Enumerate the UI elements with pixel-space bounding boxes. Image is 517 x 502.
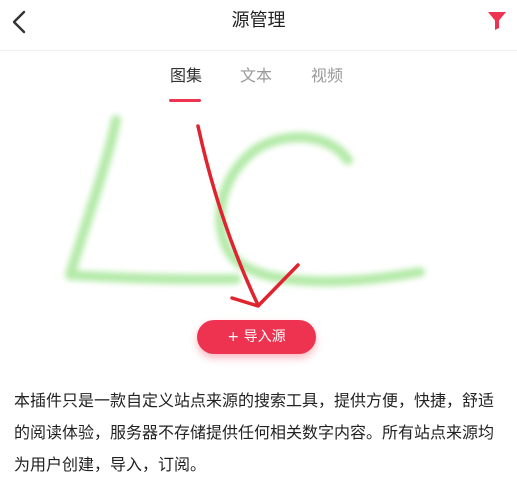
green-doodle-lc	[65, 115, 425, 287]
header-divider	[0, 50, 517, 51]
tab-text[interactable]: 文本	[238, 64, 274, 88]
tab-bar: 图集 文本 视频	[0, 64, 517, 104]
page-title: 源管理	[231, 10, 286, 31]
tab-video[interactable]: 视频	[309, 64, 345, 88]
top-bar: 源管理	[0, 0, 517, 48]
active-tab-indicator	[169, 99, 201, 102]
tab-gallery[interactable]: 图集	[168, 64, 204, 88]
red-arrow-annotation	[196, 124, 300, 308]
disclaimer-text: 本插件只是一款自定义站点来源的搜索工具，提供方便，快捷，舒适的阅读体验，服务器不…	[14, 391, 495, 474]
filter-button[interactable]	[485, 8, 509, 32]
funnel-icon	[488, 12, 506, 30]
import-source-button[interactable]: + 导入源	[197, 320, 316, 354]
